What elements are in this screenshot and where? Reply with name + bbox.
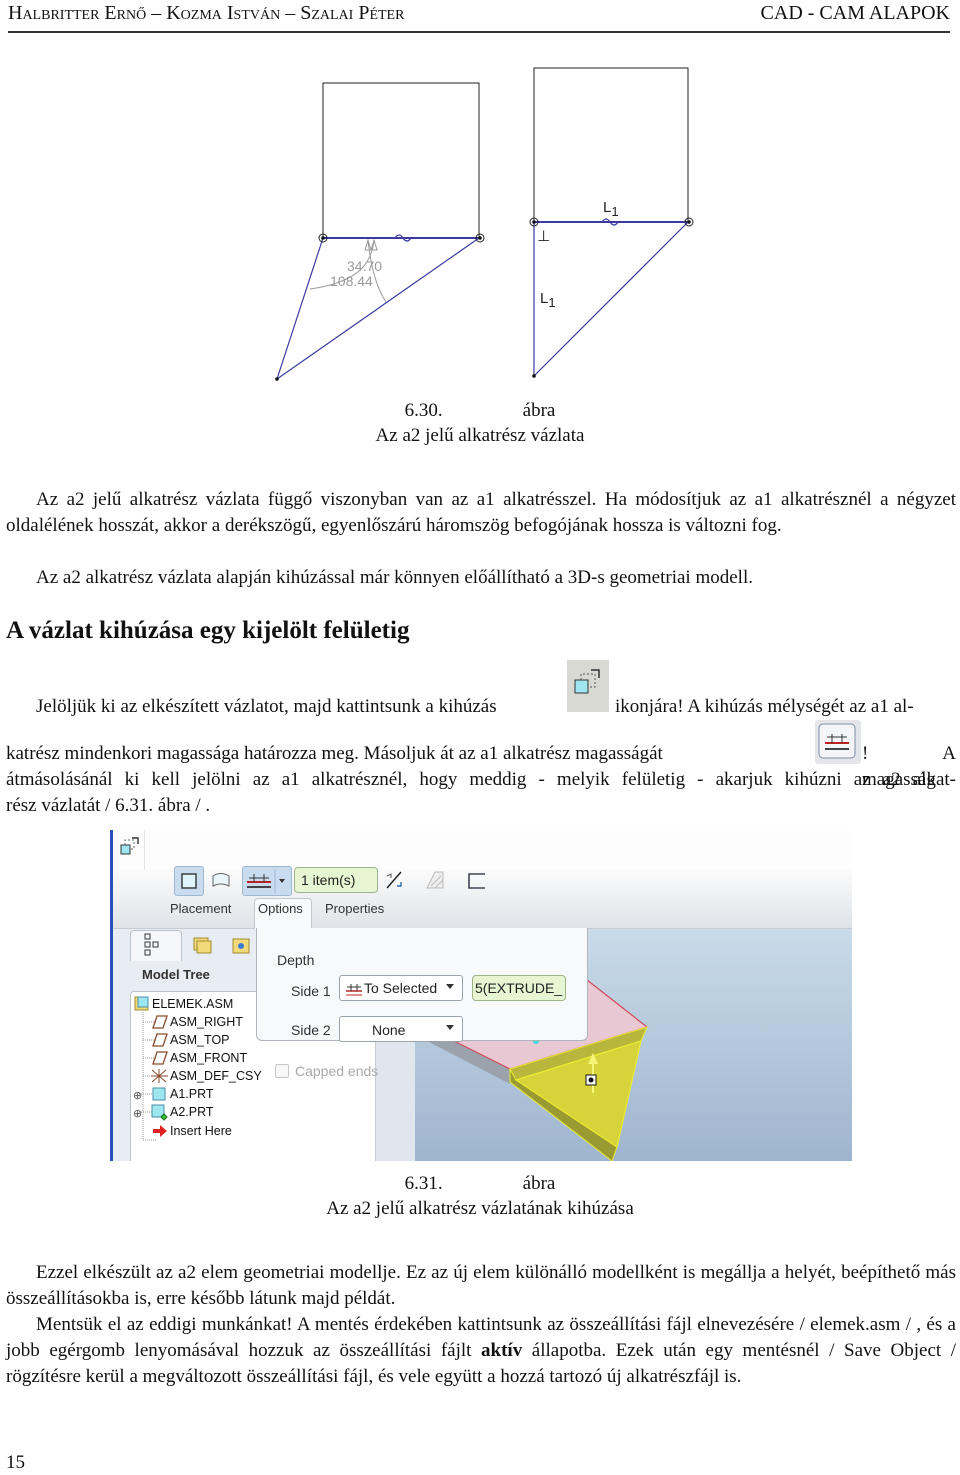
side1-depth-dropdown[interactable]: To Selected <box>339 975 463 1001</box>
paragraph-5: Mentsük el az eddigi munkánkat! A mentés… <box>6 1312 956 1390</box>
left-square-outline <box>322 82 480 238</box>
header-rule <box>8 31 950 33</box>
figure-6-30-sketch: 34.70 108.44 ⊥ L1 L1 <box>250 60 710 390</box>
figure-title: Az a2 jelű alkatrész vázlata <box>375 425 585 446</box>
header-authors-text: Halbritter Ernő – Kozma István – Szalai … <box>8 2 405 24</box>
figure-word: ábra <box>522 1173 556 1194</box>
to-selected-depth-icon <box>815 720 861 764</box>
navigator-tab-model-tree[interactable] <box>130 930 182 961</box>
equal-length-label-side: L1 <box>540 290 556 310</box>
right-triangle-hypotenuse <box>533 221 689 377</box>
thicken-icon <box>468 873 485 889</box>
capped-ends-label: Capped ends <box>295 1063 379 1079</box>
side2-depth-value: None <box>372 1022 406 1038</box>
tree-item-asm-front[interactable]: ASM_FRONT <box>170 1051 247 1065</box>
to-selected-icon <box>247 869 285 893</box>
side2-depth-dropdown[interactable]: None <box>339 1016 463 1042</box>
chevron-down-icon <box>446 984 454 989</box>
figure-title: Az a2 jelű alkatrész vázlatának kihúzása <box>326 1198 634 1219</box>
tree-item-asm-right[interactable]: ASM_RIGHT <box>170 1015 243 1029</box>
model-tree-icon <box>144 933 159 956</box>
sketch-drawing: 34.70 108.44 ⊥ L1 L1 <box>275 67 694 381</box>
section-title: A vázlat kihúzása egy kijelölt felületig <box>6 617 410 644</box>
tree-item-a1-prt[interactable]: A1.PRT <box>170 1087 214 1101</box>
angle-dimension-2: 108.44 <box>330 273 373 289</box>
options-panel: Depth Side 1 To Selected 5(EXTRUDE_ Side… <box>256 928 588 1042</box>
capped-ends-checkbox[interactable] <box>275 1064 289 1078</box>
solid-icon <box>181 873 197 889</box>
header-book-title: CAD - CAM ALAPOK <box>760 2 950 24</box>
solid-button[interactable] <box>174 866 204 896</box>
model-tree-title: Model Tree <box>142 967 210 982</box>
figure-6-31-caption: 6.31. ábra Az a2 jelű alkatrész vázlatána… <box>0 1171 960 1221</box>
figure-6-31-screenshot: 1 item(s) Placement Options Properties M… <box>110 830 852 1161</box>
tree-item-insert-here[interactable]: Insert Here <box>170 1124 232 1138</box>
paragraph-4: Ezzel elkészült az a2 elem geometriai mo… <box>6 1262 956 1309</box>
paragraph-3-line-4: rész vázlatát / 6.31. ábra / . <box>6 795 211 816</box>
expand-icon[interactable]: ⊕ <box>133 1089 142 1102</box>
header-authors: Halbritter Ernő – Kozma István – Szalai … <box>8 2 404 25</box>
tree-item-elemek-asm[interactable]: ELEMEK.ASM <box>152 997 233 1011</box>
tree-item-asm-def-csys[interactable]: ASM_DEF_CSY <box>170 1069 262 1083</box>
paragraph-3-line-1b: ikonjára! A kihúzás mélységét az a1 al- <box>615 696 914 717</box>
paragraph-2: Az a2 alkatrész vázlata alapján kihúzáss… <box>36 567 753 588</box>
equal-length-label-top: L1 <box>603 199 619 219</box>
navigator-tab-favorites[interactable] <box>230 934 252 956</box>
thicken-button[interactable] <box>466 868 488 892</box>
depth-section-label: Depth <box>277 952 315 968</box>
datum-plane-icon <box>152 1033 168 1052</box>
chevron-down-icon <box>446 1025 454 1030</box>
tab-options[interactable]: Options <box>258 901 303 916</box>
paragraph-3-line-2a: katrész mindenkori magassága határozza m… <box>6 743 663 764</box>
paragraph-5-bold: aktív <box>481 1340 523 1361</box>
insert-arrow-icon <box>152 1124 168 1143</box>
flip-direction-button[interactable] <box>383 868 405 892</box>
depth-option-dropdown[interactable] <box>242 866 292 896</box>
extrude-icon <box>567 660 609 712</box>
surface-icon <box>212 873 230 887</box>
paragraph-3-line-1a: Jelöljük ki az elkészített vázlatot, maj… <box>36 696 497 717</box>
page-header: Halbritter Ernő – Kozma István – Szalai … <box>8 0 950 33</box>
figure-number: 6.31. <box>404 1173 443 1194</box>
datum-plane-icon <box>152 1015 168 1034</box>
figure-word: ábra <box>522 400 556 421</box>
figure-number: 6.30. <box>404 400 443 421</box>
paragraph-1: Az a2 jelű alkatrész vázlata függő viszo… <box>6 489 956 536</box>
right-bottom-vertex <box>532 374 536 378</box>
active-part-icon <box>150 1103 170 1126</box>
navigator-tab-folder-browser[interactable] <box>190 930 214 956</box>
tree-item-asm-top[interactable]: ASM_TOP <box>170 1033 230 1047</box>
page-number: 15 <box>6 1452 25 1473</box>
favorites-folder-icon <box>232 938 250 954</box>
side1-reference-collector[interactable]: 5(EXTRUDE_ <box>472 975 566 1001</box>
tab-properties[interactable]: Properties <box>325 901 384 916</box>
reference-collector[interactable]: 1 item(s) <box>294 867 378 893</box>
left-triangle-side-1 <box>276 237 324 380</box>
perpendicular-constraint-icon: ⊥ <box>537 227 550 245</box>
side2-label: Side 2 <box>291 1022 331 1038</box>
expand-icon[interactable]: ⊕ <box>133 1107 142 1120</box>
tab-placement[interactable]: Placement <box>170 901 231 916</box>
paragraph-3-line-3: átmásolásánál ki kell jelölni az a1 alka… <box>6 769 956 790</box>
surface-button[interactable] <box>208 866 234 894</box>
tree-item-a2-prt[interactable]: A2.PRT <box>170 1105 214 1119</box>
figure-6-30-caption: 6.30. ábra Az a2 jelű alkatrész vázlata <box>0 398 960 448</box>
remove-material-button[interactable] <box>424 868 446 892</box>
flip-direction-icon <box>386 871 402 889</box>
side1-depth-value: To Selected <box>364 980 438 996</box>
remove-material-icon <box>426 871 444 889</box>
extrude-feature-icon <box>118 836 142 863</box>
folder-browser-icon <box>193 937 212 954</box>
to-selected-icon <box>346 984 362 996</box>
side1-label: Side 1 <box>291 983 331 999</box>
assembly-icon <box>134 996 150 1017</box>
angle-dimension-1: 34.70 <box>347 258 382 274</box>
left-bottom-vertex <box>275 377 279 381</box>
